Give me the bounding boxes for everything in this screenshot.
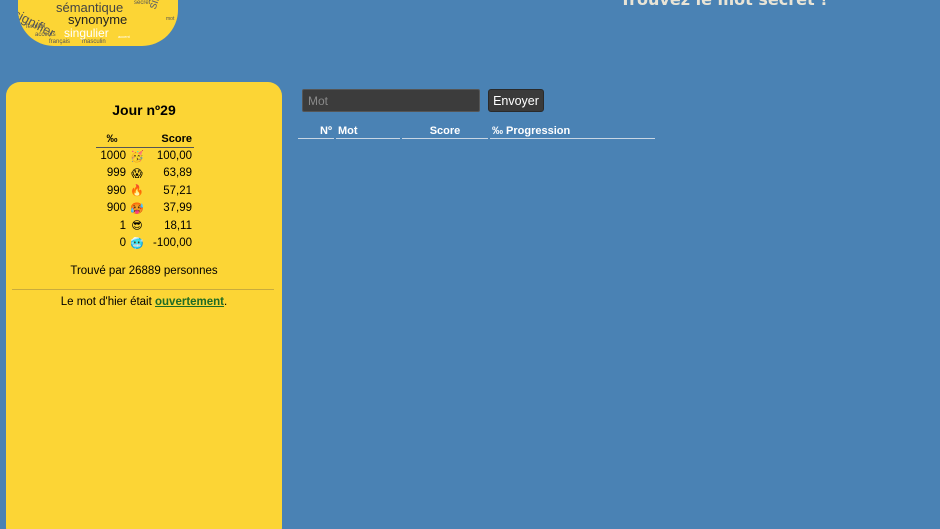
guesses-table: Nº Mot Score ‰ Progression bbox=[296, 124, 657, 139]
legend-row: 990 🔥 57,21 bbox=[96, 182, 194, 200]
guesses-header-row: Nº Mot Score ‰ Progression bbox=[298, 124, 655, 139]
legend-row: 0 🥶 -100,00 bbox=[96, 235, 194, 253]
screaming-face-icon: 😱 bbox=[131, 167, 143, 180]
column-header-progression[interactable]: ‰ Progression bbox=[490, 124, 655, 139]
legend-header-permille: ‰ bbox=[96, 133, 128, 148]
legend-row: 1000 🥳 100,00 bbox=[96, 147, 194, 165]
legend-permille: 990 bbox=[106, 184, 126, 197]
send-button[interactable]: Envoyer bbox=[488, 89, 544, 112]
legend-permille: 1000 bbox=[100, 150, 126, 162]
logo-word-francais: français bbox=[49, 39, 71, 45]
yesterday-prefix: Le mot d'hier était bbox=[60, 296, 155, 308]
legend-permille: 1 bbox=[119, 219, 126, 232]
logo-word-cloud: signifier sémantique secret synonyme sim… bbox=[18, 0, 178, 46]
legend-permille: 900 bbox=[106, 202, 126, 215]
logo-word-singulier: singulier bbox=[64, 26, 109, 40]
day-title: Jour nº29 bbox=[112, 102, 176, 118]
cold-face-icon: 🥶 bbox=[130, 237, 144, 250]
column-header-word[interactable]: Mot bbox=[336, 124, 400, 139]
party-face-icon: 🥳 bbox=[130, 150, 144, 163]
panel-divider bbox=[12, 289, 274, 290]
found-by-count: Trouvé par 26889 personnes bbox=[70, 265, 218, 277]
legend-row: 1 😎 18,11 bbox=[96, 217, 194, 235]
legend-score: -100,00 bbox=[152, 237, 192, 250]
logo-word-mot: mot bbox=[166, 16, 175, 22]
legend-score: 57,21 bbox=[163, 184, 192, 197]
info-panel: Jour nº29 ‰ Score 1000 🥳 100,00 999 😱 63… bbox=[6, 82, 282, 529]
hot-face-icon: 🥵 bbox=[130, 202, 144, 215]
sunglasses-face-icon: 😎 bbox=[131, 220, 143, 233]
legend-row: 999 😱 63,89 bbox=[96, 165, 194, 183]
score-legend-table: ‰ Score 1000 🥳 100,00 999 😱 63,89 990 🔥 … bbox=[96, 133, 194, 252]
legend-row: 900 🥵 37,99 bbox=[96, 200, 194, 218]
logo-word-accent: accent bbox=[118, 34, 130, 39]
legend-score: 100,00 bbox=[156, 150, 192, 162]
legend-score: 18,11 bbox=[164, 219, 192, 232]
column-header-score[interactable]: Score bbox=[402, 124, 488, 139]
legend-score: 63,89 bbox=[163, 167, 192, 180]
legend-header-row: ‰ Score bbox=[96, 133, 194, 148]
legend-header-emoji bbox=[128, 133, 146, 148]
guess-input[interactable] bbox=[302, 89, 480, 112]
legend-header-score: Score bbox=[146, 133, 194, 148]
logo-word-accents: accents bbox=[35, 32, 56, 38]
logo-word-similaire: similaire bbox=[145, 0, 173, 11]
legend-score: 37,99 bbox=[163, 202, 192, 215]
yesterday-word-link[interactable]: ouvertement bbox=[155, 296, 224, 308]
legend-permille: 999 bbox=[106, 167, 126, 180]
fire-icon: 🔥 bbox=[130, 185, 144, 198]
logo-word-masculin: masculin bbox=[82, 39, 106, 45]
logo-word-synonyme: synonyme bbox=[68, 12, 128, 27]
legend-permille: 0 bbox=[119, 237, 126, 250]
page-headline: Trouvez le mot secret ! bbox=[620, 0, 828, 9]
yesterday-suffix: . bbox=[224, 296, 228, 308]
logo-word-feminin: féminin bbox=[26, 24, 46, 30]
yesterday-word-line: Le mot d'hier était ouvertement. bbox=[6, 296, 282, 308]
column-header-number[interactable]: Nº bbox=[298, 124, 334, 139]
